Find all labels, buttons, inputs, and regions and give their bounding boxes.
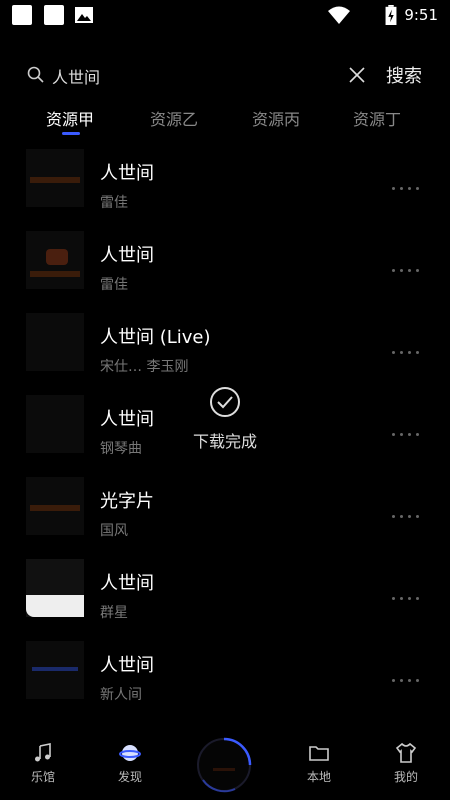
search-icon (27, 66, 44, 83)
battery-charging-icon (385, 5, 397, 25)
check-circle-icon (210, 387, 240, 417)
song-artist: 群星 (100, 605, 128, 621)
search-results-screen: 9:51 搜索 资源甲 资源乙 资源丙 资源丁 人世间 雷佳 人世间 (0, 0, 450, 800)
album-cover (26, 395, 84, 453)
more-options-icon[interactable] (392, 585, 424, 600)
nav-item-mine[interactable]: 我的 (376, 742, 436, 785)
nav-item-music-hall[interactable]: 乐馆 (13, 742, 73, 785)
list-item[interactable]: 光字片 国风 (0, 473, 450, 555)
album-cover (26, 231, 84, 289)
source-tabs: 资源甲 资源乙 资源丙 资源丁 (0, 100, 450, 136)
search-bar: 搜索 (0, 55, 450, 95)
list-item[interactable]: 人世间 雷佳 (0, 145, 450, 227)
list-item[interactable]: 人世间 群星 (0, 555, 450, 637)
song-artist: 宋仕… 李玉刚 (100, 359, 189, 375)
more-options-icon[interactable] (392, 503, 424, 518)
song-artist: 雷佳 (100, 277, 128, 293)
tab-source-2[interactable]: 资源乙 (150, 106, 198, 130)
song-title: 人世间 (100, 573, 154, 594)
notification-square-icon (44, 5, 64, 25)
list-item[interactable]: 人世间 新人间 (0, 637, 450, 719)
nav-label: 本地 (306, 770, 331, 784)
song-artist: 国风 (100, 523, 128, 539)
more-options-icon[interactable] (392, 257, 424, 272)
bottom-navigation: 乐馆 发现 本地 我的 (0, 730, 450, 800)
more-options-icon[interactable] (392, 667, 424, 682)
album-cover (26, 149, 84, 207)
album-cover (26, 559, 84, 617)
shirt-icon (395, 742, 417, 763)
tab-source-3[interactable]: 资源丙 (252, 106, 300, 130)
song-artist: 雷佳 (100, 195, 128, 211)
more-options-icon[interactable] (392, 421, 424, 436)
status-bar: 9:51 (0, 0, 450, 30)
folder-icon (309, 746, 329, 761)
notification-square-icon (12, 5, 32, 25)
planet-icon (119, 745, 141, 761)
tab-source-1[interactable]: 资源甲 (46, 106, 94, 130)
song-title: 人世间 (100, 409, 154, 430)
clear-icon[interactable] (347, 65, 367, 85)
list-item[interactable]: 人世间 雷佳 (0, 227, 450, 309)
more-options-icon[interactable] (392, 175, 424, 190)
nav-label: 乐馆 (30, 770, 55, 784)
song-title: 光字片 (100, 491, 154, 512)
nav-item-local[interactable]: 本地 (289, 742, 349, 785)
song-artist: 钢琴曲 (100, 441, 142, 457)
song-title: 人世间 (Live) (100, 327, 211, 348)
song-title: 人世间 (100, 245, 154, 266)
player-disc-icon[interactable] (195, 736, 253, 794)
toast-message: 下载完成 (192, 432, 257, 451)
image-icon (75, 7, 93, 23)
wifi-icon (328, 6, 350, 24)
song-title: 人世间 (100, 655, 154, 676)
nav-label: 发现 (117, 770, 142, 784)
album-cover (26, 313, 84, 371)
album-cover (26, 477, 84, 535)
search-button[interactable]: 搜索 (386, 62, 422, 88)
music-note-icon (35, 743, 51, 762)
status-time: 9:51 (404, 6, 438, 24)
search-input[interactable] (50, 63, 334, 89)
song-artist: 新人间 (100, 687, 142, 703)
more-options-icon[interactable] (392, 339, 424, 354)
download-complete-toast: 下载完成 (175, 380, 275, 460)
active-tab-indicator (62, 132, 80, 135)
tab-source-4[interactable]: 资源丁 (353, 106, 401, 130)
nav-item-discover[interactable]: 发现 (100, 742, 160, 785)
nav-label: 我的 (393, 770, 418, 784)
song-title: 人世间 (100, 163, 154, 184)
album-cover (26, 641, 84, 699)
list-item[interactable]: 人世间 (Live) 宋仕… 李玉刚 (0, 309, 450, 391)
